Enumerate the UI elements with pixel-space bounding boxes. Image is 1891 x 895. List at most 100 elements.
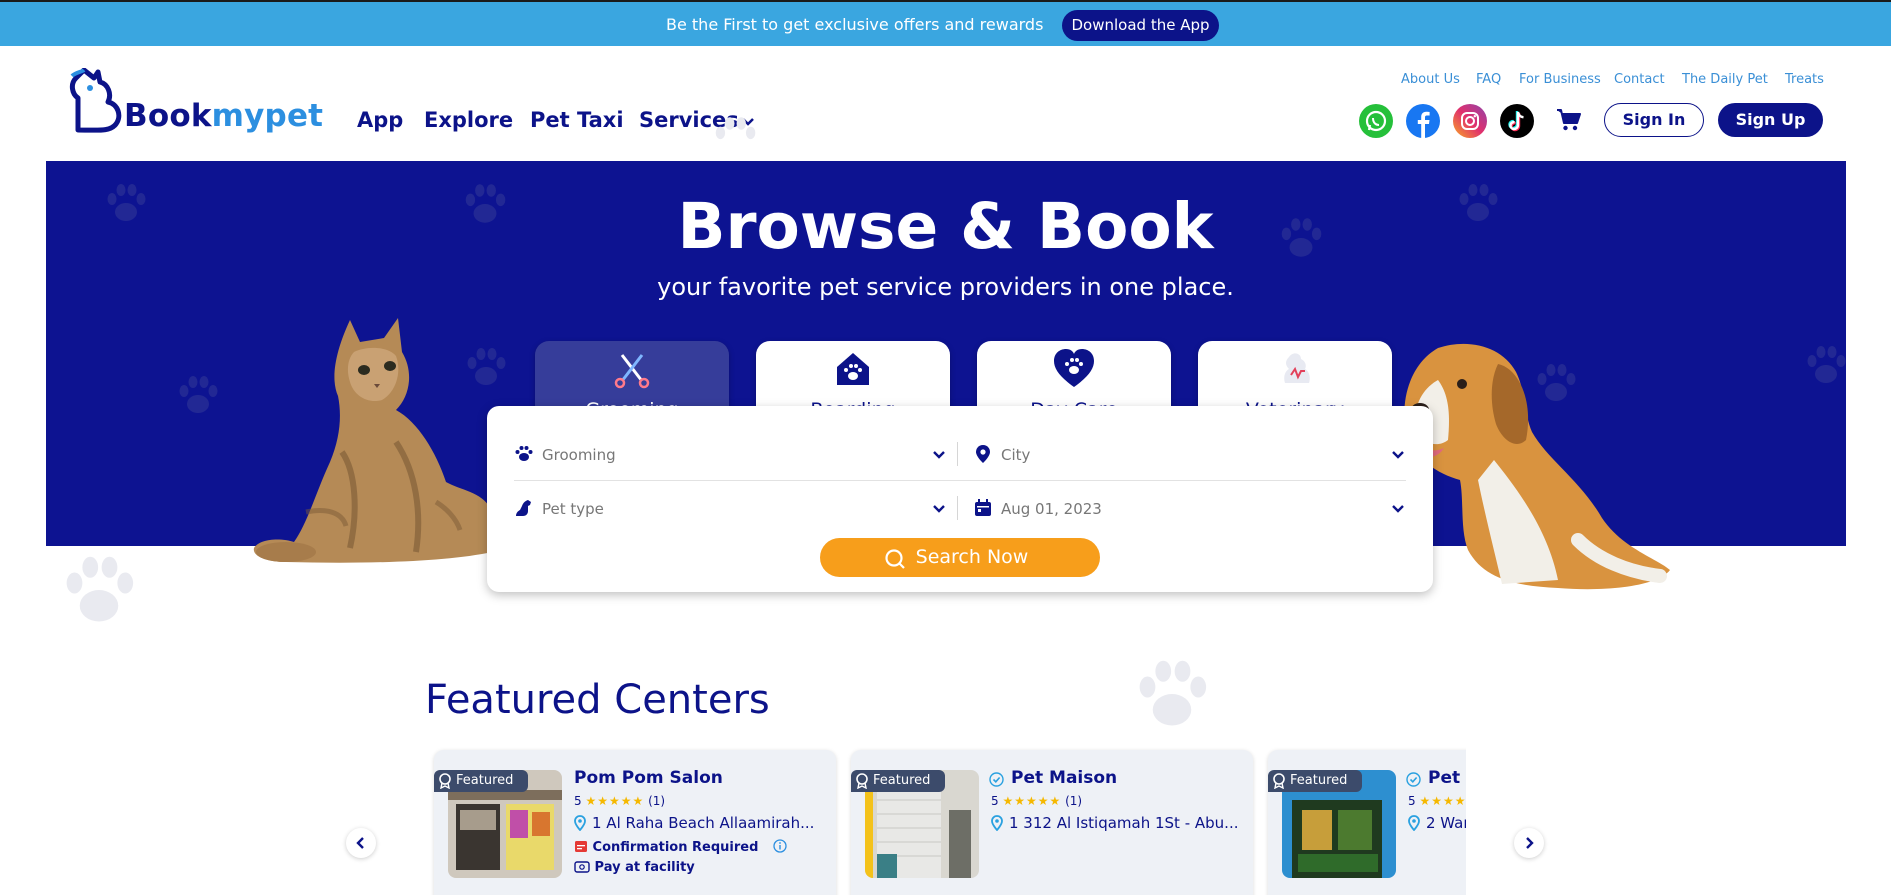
nav-pet-taxi[interactable]: Pet Taxi xyxy=(530,108,624,132)
search-icon xyxy=(885,549,905,569)
logo-wordmark[interactable]: Bookmypet xyxy=(124,98,323,134)
center-card[interactable]: Featured Pom Pom Salon 5 ★★★★★ (1) 1 Al … xyxy=(434,750,836,895)
pet-type-placeholder: Pet type xyxy=(542,500,604,518)
paw-print-icon xyxy=(66,556,134,622)
city-select[interactable]: City xyxy=(973,434,1405,474)
center-rating: 5 ★★★★★ (1) xyxy=(574,794,665,808)
info-icon[interactable] xyxy=(773,839,787,853)
center-address-text: 2 Ware xyxy=(1426,814,1466,832)
featured-badge: Featured xyxy=(851,770,945,792)
featured-badge: Featured xyxy=(1268,770,1362,792)
rating-value: 5 xyxy=(991,794,999,808)
center-address-text: 1 Al Raha Beach Allaamirah... xyxy=(592,814,815,832)
pay-at-facility: Pay at facility xyxy=(574,859,695,875)
rating-value: 5 xyxy=(574,794,582,808)
paw-icon xyxy=(515,446,533,461)
featured-badge-label: Featured xyxy=(1290,773,1348,788)
nav-app[interactable]: App xyxy=(357,108,403,132)
payment-icon xyxy=(574,861,590,873)
carousel-next-button[interactable] xyxy=(1514,828,1544,858)
featured-carousel: Featured Pom Pom Salon 5 ★★★★★ (1) 1 Al … xyxy=(430,745,1466,895)
city-select-placeholder: City xyxy=(1001,446,1031,464)
field-divider xyxy=(957,496,958,520)
location-pin-icon xyxy=(991,815,1003,831)
confirmation-text: Confirmation Required xyxy=(592,840,759,855)
facebook-icon[interactable] xyxy=(1406,104,1440,138)
whatsapp-icon[interactable] xyxy=(1359,104,1393,138)
paw-print-icon xyxy=(1807,346,1846,383)
award-ribbon-icon xyxy=(1273,773,1285,789)
calendar-icon xyxy=(975,499,991,516)
download-app-button[interactable]: Download the App xyxy=(1062,10,1219,41)
chevron-down-icon xyxy=(1392,451,1404,459)
logo-cat-icon xyxy=(69,67,122,133)
featured-badge-label: Featured xyxy=(873,773,931,788)
link-treats[interactable]: Treats xyxy=(1785,72,1824,87)
featured-centers-title: Featured Centers xyxy=(425,677,770,723)
promo-bar: Be the First to get exclusive offers and… xyxy=(0,0,1891,46)
dog-image xyxy=(1404,343,1670,590)
pet-type-select[interactable]: Pet type xyxy=(514,488,946,528)
location-pin-icon xyxy=(976,445,990,463)
link-faq[interactable]: FAQ xyxy=(1476,72,1501,87)
instagram-icon[interactable] xyxy=(1453,104,1487,138)
confirmation-required: Confirmation Required xyxy=(574,839,787,855)
carousel-prev-button[interactable] xyxy=(346,828,376,858)
link-the-daily-pet[interactable]: The Daily Pet xyxy=(1682,72,1768,87)
logo-part-book: Book xyxy=(124,98,212,134)
field-divider xyxy=(514,480,1406,481)
featured-badge: Featured xyxy=(434,770,528,792)
search-panel: Grooming City Pet type Aug 01, 2023 Sear… xyxy=(487,406,1433,592)
center-name[interactable]: Pet Maison xyxy=(1011,768,1117,788)
payment-text: Pay at facility xyxy=(594,860,695,875)
rating-value: 5 xyxy=(1408,794,1416,808)
nav-explore[interactable]: Explore xyxy=(424,108,513,132)
chevron-down-icon xyxy=(933,451,945,459)
boarding-house-icon xyxy=(837,353,869,385)
review-count: (1) xyxy=(648,794,666,808)
pet-icon xyxy=(516,500,531,516)
daycare-heart-paw-icon xyxy=(1054,349,1094,387)
tiktok-icon[interactable] xyxy=(1500,104,1534,138)
sign-up-button[interactable]: Sign Up xyxy=(1718,103,1823,137)
link-about-us[interactable]: About Us xyxy=(1401,72,1460,87)
award-ribbon-icon xyxy=(439,773,451,789)
verified-check-icon xyxy=(989,772,1004,787)
sign-in-button[interactable]: Sign In xyxy=(1604,103,1704,137)
service-select-value: Grooming xyxy=(542,446,616,464)
link-for-business[interactable]: For Business xyxy=(1519,72,1601,87)
center-rating: 5 ★★★★★ (1) xyxy=(991,794,1082,808)
center-card[interactable]: Featured Pet Fi 5 ★★★★★ 2 Ware xyxy=(1268,750,1466,895)
chevron-down-icon xyxy=(933,505,945,513)
search-now-button[interactable]: Search Now xyxy=(820,538,1100,577)
chevron-right-icon xyxy=(1526,837,1534,849)
featured-badge-label: Featured xyxy=(456,773,514,788)
logo-part-mypet: mypet xyxy=(211,98,324,134)
search-now-label: Search Now xyxy=(915,546,1029,568)
award-ribbon-icon xyxy=(856,773,868,789)
location-pin-icon xyxy=(574,815,586,831)
calendar-alert-icon xyxy=(575,841,587,852)
cart-icon[interactable] xyxy=(1556,108,1582,132)
rating-stars-icon: ★★★★★ xyxy=(1002,794,1062,808)
center-address-text: 1 312 Al Istiqamah 1St - Abu... xyxy=(1009,814,1239,832)
chevron-down-icon xyxy=(1392,505,1404,513)
link-contact[interactable]: Contact xyxy=(1614,72,1665,87)
hero-subtitle: your favorite pet service providers in o… xyxy=(657,273,1234,301)
rating-stars-icon: ★★★★★ xyxy=(1419,794,1466,808)
veterinary-dog-icon xyxy=(1284,353,1310,383)
center-card[interactable]: Featured Pet Maison 5 ★★★★★ (1) 1 312 Al… xyxy=(851,750,1253,895)
service-select[interactable]: Grooming xyxy=(514,434,946,474)
location-pin-icon xyxy=(1408,815,1420,831)
grooming-scissors-icon xyxy=(614,354,650,389)
hero-title: Browse & Book xyxy=(677,190,1214,263)
center-name[interactable]: Pom Pom Salon xyxy=(574,768,723,788)
center-name[interactable]: Pet Fi xyxy=(1428,768,1466,788)
field-divider xyxy=(957,442,958,466)
date-picker-value: Aug 01, 2023 xyxy=(1001,500,1102,518)
paw-print-icon xyxy=(179,376,218,413)
review-count: (1) xyxy=(1065,794,1083,808)
cat-image xyxy=(253,318,492,563)
date-picker[interactable]: Aug 01, 2023 xyxy=(973,488,1405,528)
rating-stars-icon: ★★★★★ xyxy=(585,794,645,808)
